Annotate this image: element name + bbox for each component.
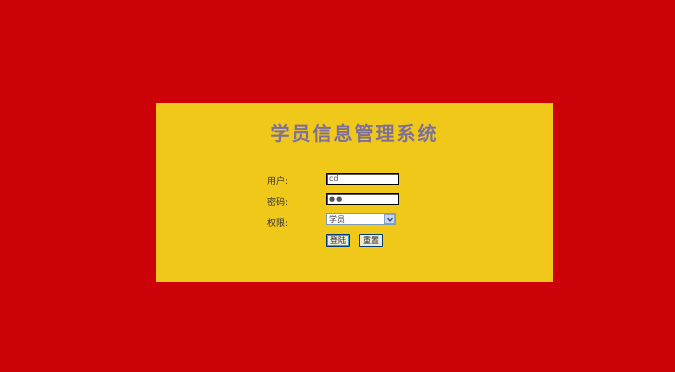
chevron-down-icon xyxy=(387,217,393,222)
role-label: 权限: xyxy=(267,219,289,229)
dropdown-button[interactable] xyxy=(384,214,395,224)
page-background: 学员信息管理系统 用户: cd 密码: ●● 权限: 学员 登陆 重置 xyxy=(0,0,675,372)
role-select[interactable]: 学员 xyxy=(326,213,396,225)
role-selected-value: 学员 xyxy=(329,215,345,224)
password-input[interactable]: ●● xyxy=(326,193,399,205)
password-label: 密码: xyxy=(267,198,289,208)
login-button[interactable]: 登陆 xyxy=(326,234,350,247)
user-label: 用户: xyxy=(267,177,289,187)
username-input[interactable]: cd xyxy=(326,173,399,185)
reset-button[interactable]: 重置 xyxy=(359,234,383,247)
page-title: 学员信息管理系统 xyxy=(270,123,439,145)
login-panel: 学员信息管理系统 用户: cd 密码: ●● 权限: 学员 登陆 重置 xyxy=(156,103,553,282)
